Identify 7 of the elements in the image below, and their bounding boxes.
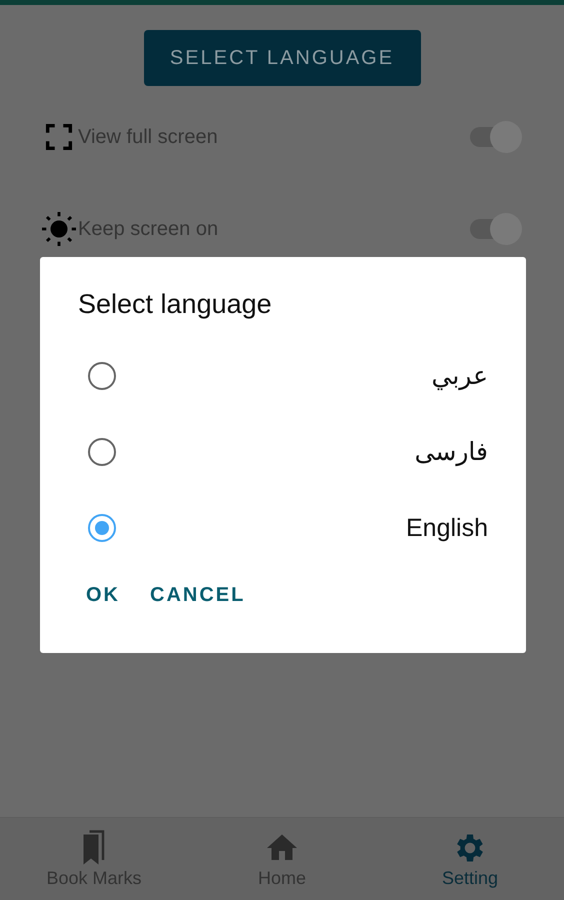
language-option[interactable]: عربي bbox=[431, 361, 488, 391]
select-language-button[interactable]: SELECT LANGUAGE bbox=[144, 30, 420, 86]
dialog-button[interactable]: CANCEL bbox=[142, 574, 254, 617]
dialog-button[interactable]: OK bbox=[78, 574, 128, 617]
language-option[interactable]: فارسی bbox=[414, 437, 488, 467]
dialog-title: Select language bbox=[78, 289, 273, 320]
language-option[interactable]: English bbox=[406, 514, 488, 542]
